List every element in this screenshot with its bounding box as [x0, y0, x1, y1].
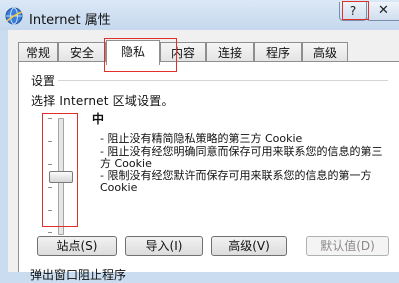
settings-group-label: 设置: [31, 74, 56, 88]
tab-content[interactable]: 内容: [160, 42, 206, 62]
slider-tick: [48, 164, 52, 165]
description-line: - 限制没有经您默许而保存可用来联系您的信息的第一方 Cookie: [100, 169, 372, 194]
help-button[interactable]: ?: [339, 2, 367, 21]
tab-advanced[interactable]: 高级: [302, 42, 348, 62]
tab-security[interactable]: 安全: [58, 42, 106, 62]
privacy-level-label: 中: [92, 112, 105, 126]
tab-programs[interactable]: 程序: [254, 42, 302, 62]
slider-tick: [48, 118, 52, 119]
description-line: - 阻止没有精简隐私策略的第三方 Cookie: [100, 132, 303, 145]
popup-section-label: 弹出窗口阻止程序: [30, 268, 127, 282]
close-button[interactable]: ✕: [366, 2, 399, 21]
slider-tick: [48, 210, 52, 211]
tab-strip: 常规 安全 隐私 内容 连接 程序 高级: [18, 40, 398, 65]
internet-globe-icon: [5, 7, 23, 25]
window-title: Internet 属性: [29, 13, 111, 28]
tab-connections[interactable]: 连接: [206, 42, 254, 62]
slider-thumb[interactable]: [49, 170, 73, 183]
slider-tick: [48, 141, 52, 142]
sites-button[interactable]: 站点(S): [37, 236, 117, 256]
default-button[interactable]: 默认值(D): [306, 236, 389, 256]
description-line: - 阻止没有经您明确同意而保存可用来联系您的信息的第三方 Cookie: [100, 145, 383, 170]
slider-tick: [48, 232, 52, 233]
tab-general[interactable]: 常规: [18, 42, 58, 62]
advanced-button[interactable]: 高级(V): [211, 236, 287, 256]
slider-tick: [48, 187, 52, 188]
group-divider: [58, 80, 388, 81]
privacy-slider[interactable]: [46, 110, 74, 240]
title-bar: Internet 属性 ? ✕: [0, 0, 399, 30]
zone-prompt: 选择 Internet 区域设置。: [31, 94, 174, 108]
tab-privacy[interactable]: 隐私: [106, 40, 160, 65]
import-button[interactable]: 导入(I): [125, 236, 203, 256]
